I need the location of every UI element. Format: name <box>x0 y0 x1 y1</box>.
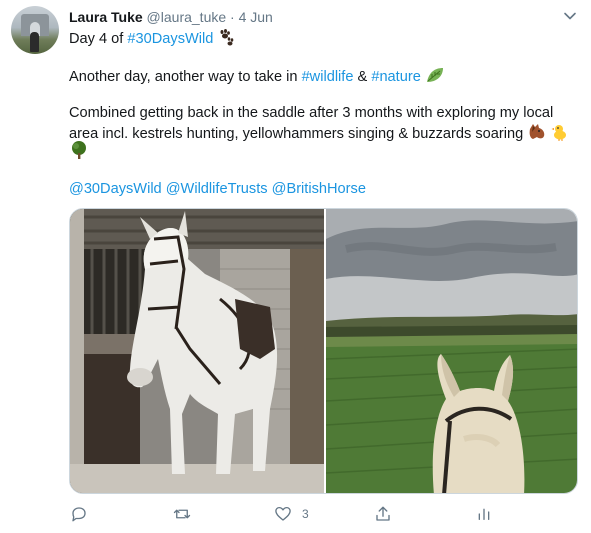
media-grid <box>69 208 578 494</box>
tweet-line-4: area incl. kestrels hunting, yellowhamme… <box>69 123 569 144</box>
tweet-line-3: Combined getting back in the saddle afte… <box>69 105 554 121</box>
hashtag-30dayswild[interactable]: #30DaysWild <box>127 31 213 47</box>
chick-icon <box>551 125 567 141</box>
retweet-button[interactable] <box>172 505 192 523</box>
like-button[interactable]: 3 <box>274 505 309 523</box>
photo-field-ride[interactable] <box>326 209 577 493</box>
mention-wildlifetrusts[interactable]: @WildlifeTrusts <box>166 181 268 197</box>
header-separator: · <box>230 9 235 25</box>
horse-face-icon <box>529 124 545 139</box>
avatar[interactable] <box>11 6 59 54</box>
tree-icon <box>72 141 86 159</box>
share-button[interactable] <box>374 505 392 523</box>
share-icon <box>376 506 390 521</box>
tweet-date[interactable]: 4 Jun <box>239 9 273 25</box>
hashtag-nature[interactable]: #nature <box>371 69 421 85</box>
tweet-header: Laura Tuke @laura_tuke · 4 Jun <box>69 8 273 26</box>
reply-icon <box>72 507 86 522</box>
tweet-line-2: Another day, another way to take in #wil… <box>69 66 445 87</box>
mention-britishhorse[interactable]: @BritishHorse <box>272 181 366 197</box>
paw-prints-icon <box>220 29 234 46</box>
tweet-mentions: @30DaysWild @WildlifeTrusts @BritishHors… <box>69 180 366 199</box>
mention-30dayswild[interactable]: @30DaysWild <box>69 181 162 197</box>
analytics-icon <box>478 508 490 520</box>
tweet-line-1: Day 4 of #30DaysWild <box>69 28 235 49</box>
leaf-icon <box>426 68 443 82</box>
line1-prefix: Day 4 of <box>69 31 128 47</box>
heart-icon <box>275 506 291 521</box>
author-name[interactable]: Laura Tuke <box>69 9 143 25</box>
reply-button[interactable] <box>70 505 88 523</box>
author-handle[interactable]: @laura_tuke <box>147 9 227 25</box>
like-count: 3 <box>302 507 309 521</box>
line2-prefix: Another day, another way to take in <box>69 69 302 85</box>
retweet-icon <box>173 509 191 519</box>
chevron-down-icon[interactable] <box>563 9 577 23</box>
analytics-button[interactable] <box>476 505 492 523</box>
line2-amp: & <box>353 69 372 85</box>
line4-text: area incl. kestrels hunting, yellowhamme… <box>69 126 524 142</box>
tweet-line-5 <box>69 140 89 163</box>
photo-horse-stable[interactable] <box>70 209 324 493</box>
hashtag-wildlife[interactable]: #wildlife <box>302 69 354 85</box>
